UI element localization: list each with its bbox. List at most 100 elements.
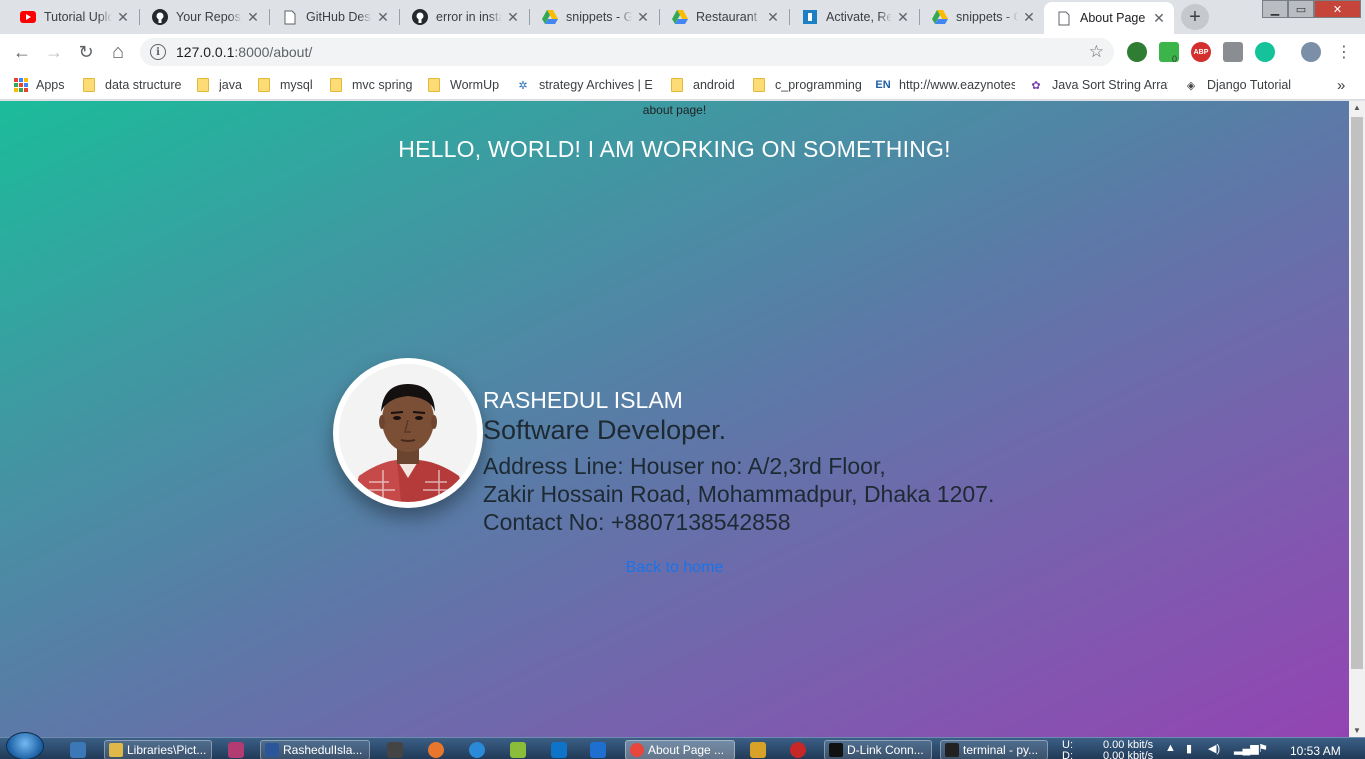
- tab-title: Restaurant - G: [696, 10, 762, 24]
- network-signal-icon[interactable]: ▂▄▆: [1234, 742, 1259, 755]
- extension-badge: 0: [1172, 54, 1178, 64]
- close-icon[interactable]: ✕: [116, 10, 130, 24]
- dlink-icon: [829, 743, 843, 757]
- taskbar-item-libraries[interactable]: Libraries\Pict...: [104, 740, 212, 759]
- tab-tutorial-upload[interactable]: Tutorial Uploa ✕: [8, 2, 138, 32]
- tab-title: Tutorial Uploa: [44, 10, 112, 24]
- address-bar[interactable]: i 127.0.0.1:8000/about/ ☆: [140, 38, 1114, 66]
- bookmark-java[interactable]: java: [197, 76, 242, 94]
- github-icon: [412, 9, 428, 25]
- tab-error-in-install[interactable]: error in instal ✕: [400, 2, 528, 32]
- tab-title: snippets - Goo: [566, 10, 632, 24]
- tray-app-icon[interactable]: ▮: [1186, 742, 1192, 755]
- taskbar-item-label: D-Link Conn...: [847, 743, 924, 757]
- taskbar-item-terminal[interactable]: terminal - py...: [940, 740, 1048, 759]
- camera-extension-icon[interactable]: [1223, 42, 1243, 62]
- site-icon: ✿: [1031, 79, 1041, 92]
- bookmark-data-structure[interactable]: data structure: [83, 76, 181, 94]
- bookmark-label: data structure: [105, 78, 182, 92]
- bookmark-c-programming[interactable]: c_programming: [753, 76, 862, 94]
- app-icon[interactable]: [228, 742, 244, 758]
- new-tab-button[interactable]: +: [1181, 4, 1209, 30]
- close-icon[interactable]: ✕: [766, 10, 780, 24]
- bookmark-apps[interactable]: Apps: [14, 76, 65, 94]
- tab-github-desktop[interactable]: GitHub Deskto ✕: [270, 2, 398, 32]
- home-button[interactable]: ⌂: [106, 40, 130, 64]
- tab-snippets-1[interactable]: snippets - Goo ✕: [530, 2, 658, 32]
- back-to-home-link[interactable]: Back to home: [626, 559, 724, 576]
- profile-photo: [339, 364, 477, 502]
- bookmark-label: strategy Archives | Ex: [539, 78, 653, 92]
- github-icon: [152, 9, 168, 25]
- back-button[interactable]: ←: [10, 40, 34, 64]
- bookmark-wormup[interactable]: WormUp: [428, 76, 499, 94]
- bookmarks-overflow-button[interactable]: »: [1337, 76, 1345, 94]
- profile-contact: Contact No: +8807138542858: [483, 509, 791, 535]
- taskbar-item-label: terminal - py...: [963, 743, 1039, 757]
- folder-icon: [671, 78, 683, 92]
- taskbar-item-label: Libraries\Pict...: [127, 743, 207, 757]
- bookmark-java-sort-string-array[interactable]: ✿ Java Sort String Array: [1028, 76, 1168, 94]
- bookmark-label: http://www.eazynotes: [899, 78, 1015, 92]
- tab-activate[interactable]: Activate, Resc ✕: [790, 2, 918, 32]
- internet-explorer-icon[interactable]: [469, 742, 485, 758]
- vertical-scrollbar[interactable]: ▲ ▼: [1349, 101, 1365, 737]
- close-icon[interactable]: ✕: [1022, 10, 1036, 24]
- scroll-down-icon[interactable]: ▼: [1353, 726, 1361, 735]
- start-button[interactable]: [6, 732, 44, 759]
- minimize-button[interactable]: ▁: [1262, 0, 1288, 18]
- window-close-button[interactable]: ✕: [1314, 0, 1361, 18]
- remote-desktop-icon[interactable]: [70, 742, 86, 758]
- globe-extension-icon[interactable]: [1127, 42, 1147, 62]
- bookmark-label: Java Sort String Array: [1052, 78, 1168, 92]
- close-icon[interactable]: ✕: [896, 10, 910, 24]
- bookmark-star-icon[interactable]: ☆: [1089, 42, 1104, 62]
- profile-avatar-icon[interactable]: [1301, 42, 1321, 62]
- bookmark-django-tutorial[interactable]: ◈ Django Tutorial: [1183, 76, 1291, 94]
- close-icon[interactable]: ✕: [506, 10, 520, 24]
- google-drive-icon: [672, 9, 688, 25]
- action-center-icon[interactable]: ⚑: [1258, 742, 1268, 755]
- scrollbar-thumb[interactable]: [1351, 117, 1363, 669]
- grammarly-icon[interactable]: [1255, 42, 1275, 62]
- notepad-icon[interactable]: [510, 742, 526, 758]
- play-icon[interactable]: [590, 742, 606, 758]
- scroll-up-icon[interactable]: ▲: [1353, 103, 1361, 112]
- vscode-icon[interactable]: [551, 742, 567, 758]
- maximize-button[interactable]: ▭: [1288, 0, 1314, 18]
- taskbar-item-label: RashedulIsla...: [283, 743, 363, 757]
- menu-kebab-icon[interactable]: ⋮: [1332, 40, 1356, 64]
- info-icon[interactable]: i: [150, 44, 166, 60]
- bookmark-mvc-spring[interactable]: mvc spring: [330, 76, 412, 94]
- url-path: :8000/about/: [234, 44, 313, 60]
- bookmark-mysql[interactable]: mysql: [258, 76, 313, 94]
- firefox-icon[interactable]: [428, 742, 444, 758]
- reload-button[interactable]: ↻: [74, 40, 98, 64]
- network-down-rate: 0.00 kbit/s: [1103, 750, 1154, 759]
- taskbar-item-word[interactable]: RashedulIsla...: [260, 740, 370, 759]
- app-icon[interactable]: [790, 742, 806, 758]
- clock[interactable]: 10:53 AM: [1290, 744, 1341, 758]
- tray-expand-icon[interactable]: ▲: [1165, 742, 1176, 754]
- close-icon[interactable]: ✕: [376, 10, 390, 24]
- taskbar-item-dlink[interactable]: D-Link Conn...: [824, 740, 932, 759]
- tab-title: snippets - Goo: [956, 10, 1018, 24]
- forward-button[interactable]: →: [42, 40, 66, 64]
- bookmark-android[interactable]: android: [671, 76, 735, 94]
- tab-restaurant[interactable]: Restaurant - G ✕: [660, 2, 788, 32]
- close-icon[interactable]: ✕: [636, 10, 650, 24]
- tab-about-page[interactable]: About Page ✕: [1044, 2, 1174, 34]
- volume-icon[interactable]: ◀): [1208, 742, 1220, 755]
- adblock-icon[interactable]: ABP: [1191, 42, 1211, 62]
- bookmark-eazynotes[interactable]: EN http://www.eazynotes: [875, 76, 1015, 94]
- tool-icon[interactable]: [750, 742, 766, 758]
- media-icon[interactable]: [387, 742, 403, 758]
- tab-your-repository[interactable]: Your Reposito ✕: [140, 2, 268, 32]
- bookmark-strategy-archives[interactable]: ✲ strategy Archives | Ex: [515, 76, 653, 94]
- tab-strip: Tutorial Uploa ✕ Your Reposito ✕ GitHub …: [0, 0, 1365, 34]
- tab-snippets-2[interactable]: snippets - Goo ✕: [920, 2, 1044, 32]
- close-icon[interactable]: ✕: [1152, 11, 1166, 25]
- taskbar-item-chrome[interactable]: About Page ...: [625, 740, 735, 759]
- profile-address-line-2: Zakir Hossain Road, Mohammadpur, Dhaka 1…: [483, 481, 995, 507]
- close-icon[interactable]: ✕: [246, 10, 260, 24]
